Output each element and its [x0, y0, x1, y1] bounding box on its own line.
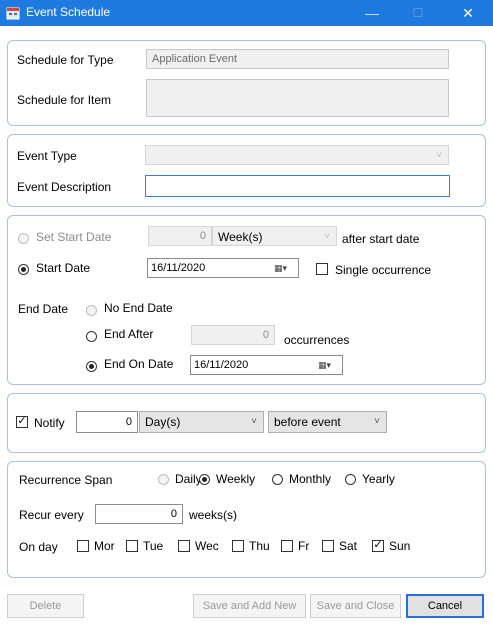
- cancel-button[interactable]: Cancel: [406, 594, 484, 618]
- close-button[interactable]: ✕: [448, 0, 488, 26]
- calendar-app-icon: [6, 7, 20, 20]
- end-on-date-picker[interactable]: 16/11/2020 ▦▾: [190, 355, 343, 375]
- recur-every-label: Recur every: [19, 508, 84, 522]
- recur-unit-label: weeks(s): [189, 508, 238, 522]
- window-title: Event Schedule: [26, 5, 111, 19]
- end-date-label: End Date: [18, 302, 69, 316]
- calendar-dropdown-icon[interactable]: ▦▾: [318, 359, 338, 371]
- weekly-radio[interactable]: [199, 474, 210, 485]
- on-day-label: On day: [19, 540, 58, 554]
- end-after-label: End After: [104, 327, 154, 341]
- schedule-item-field: [146, 79, 449, 117]
- calendar-dropdown-icon[interactable]: ▦▾: [274, 262, 294, 274]
- notify-checkbox[interactable]: ✓: [16, 416, 28, 428]
- daily-radio[interactable]: [158, 474, 169, 485]
- daily-label: Daily: [175, 472, 202, 486]
- notify-label: Notify: [34, 416, 65, 430]
- day-checkbox-sun[interactable]: ✓: [372, 540, 384, 552]
- notify-value-input[interactable]: 0: [76, 411, 138, 433]
- day-checkbox-mon[interactable]: [77, 540, 89, 552]
- chevron-down-icon: ˅: [374, 416, 380, 427]
- save-and-add-new-button[interactable]: Save and Add New: [193, 594, 306, 618]
- event-description-input[interactable]: [145, 175, 450, 197]
- notify-timing-value: before event: [274, 415, 341, 429]
- day-label-wed: Wec: [195, 539, 219, 553]
- monthly-radio[interactable]: [272, 474, 283, 485]
- occurrences-label: occurrences: [284, 333, 350, 347]
- notify-group: ✓ Notify 0 Day(s) ˅ before event ˅: [7, 393, 486, 453]
- recurrence-group: Recurrence Span Daily Weekly Monthly Yea…: [7, 461, 486, 578]
- end-on-date-label: End On Date: [104, 357, 174, 371]
- day-checkbox-thu[interactable]: [232, 540, 244, 552]
- day-label-sun: Sun: [389, 539, 411, 553]
- end-on-date-value: 16/11/2020: [194, 359, 249, 371]
- schedule-item-label: Schedule for Item: [17, 93, 112, 107]
- start-date-picker[interactable]: 16/11/2020 ▦▾: [147, 258, 299, 278]
- chevron-down-icon: ˅: [251, 416, 257, 427]
- schedule-type-label: Schedule for Type: [17, 53, 114, 67]
- day-checkbox-tue[interactable]: [126, 540, 138, 552]
- day-checkbox-wed[interactable]: [178, 540, 190, 552]
- chevron-down-icon: ˅: [436, 150, 442, 161]
- notify-timing-dropdown[interactable]: before event ˅: [268, 411, 387, 433]
- monthly-label: Monthly: [289, 472, 332, 486]
- event-type-dropdown[interactable]: ˅: [145, 145, 449, 165]
- notify-unit-value: Day(s): [145, 415, 181, 429]
- end-after-radio[interactable]: [86, 331, 97, 342]
- minimize-button[interactable]: —: [352, 0, 392, 26]
- day-label-mon: Mor: [94, 539, 115, 553]
- set-start-date-radio[interactable]: [18, 233, 29, 244]
- chevron-down-icon: ˅: [324, 231, 330, 242]
- schedule-group: Schedule for Type Application Event Sche…: [7, 40, 486, 126]
- offset-input[interactable]: 0: [148, 226, 212, 246]
- recurrence-span-label: Recurrence Span: [19, 473, 113, 487]
- day-label-fri: Fr: [298, 539, 310, 553]
- offset-unit-value: Week(s): [218, 230, 263, 244]
- maximize-button[interactable]: ☐: [398, 0, 438, 26]
- set-start-date-label: Set Start Date: [36, 230, 112, 244]
- dates-group: Set Start Date 0 Week(s) ˅ after start d…: [7, 215, 486, 385]
- single-occurrence-label: Single occurrence: [335, 263, 432, 277]
- day-checkbox-fri[interactable]: [281, 540, 293, 552]
- offset-unit-dropdown[interactable]: Week(s) ˅: [212, 226, 337, 246]
- weekly-label: Weekly: [216, 472, 256, 486]
- day-label-sat: Sat: [339, 539, 358, 553]
- schedule-type-field: Application Event: [146, 49, 449, 69]
- start-date-label: Start Date: [36, 261, 91, 275]
- start-date-value: 16/11/2020: [151, 262, 206, 274]
- title-bar: Event Schedule — ☐ ✕: [0, 0, 493, 26]
- end-after-input[interactable]: 0: [191, 325, 275, 345]
- day-checkbox-sat[interactable]: [322, 540, 334, 552]
- no-end-date-label: No End Date: [104, 301, 173, 315]
- recur-every-input[interactable]: 0: [95, 504, 183, 524]
- no-end-date-radio[interactable]: [86, 305, 97, 316]
- delete-button[interactable]: Delete: [7, 594, 84, 618]
- yearly-label: Yearly: [362, 472, 395, 486]
- event-type-label: Event Type: [17, 149, 77, 163]
- event-group: Event Type ˅ Event Description: [7, 134, 486, 207]
- start-date-radio[interactable]: [18, 264, 29, 275]
- notify-unit-dropdown[interactable]: Day(s) ˅: [139, 411, 264, 433]
- single-occurrence-checkbox[interactable]: [316, 263, 328, 275]
- after-start-date-label: after start date: [342, 232, 420, 246]
- yearly-radio[interactable]: [345, 474, 356, 485]
- day-label-tue: Tue: [143, 539, 164, 553]
- save-and-close-button[interactable]: Save and Close: [310, 594, 401, 618]
- end-on-date-radio[interactable]: [86, 361, 97, 372]
- event-description-label: Event Description: [17, 180, 112, 194]
- day-label-thu: Thu: [249, 539, 270, 553]
